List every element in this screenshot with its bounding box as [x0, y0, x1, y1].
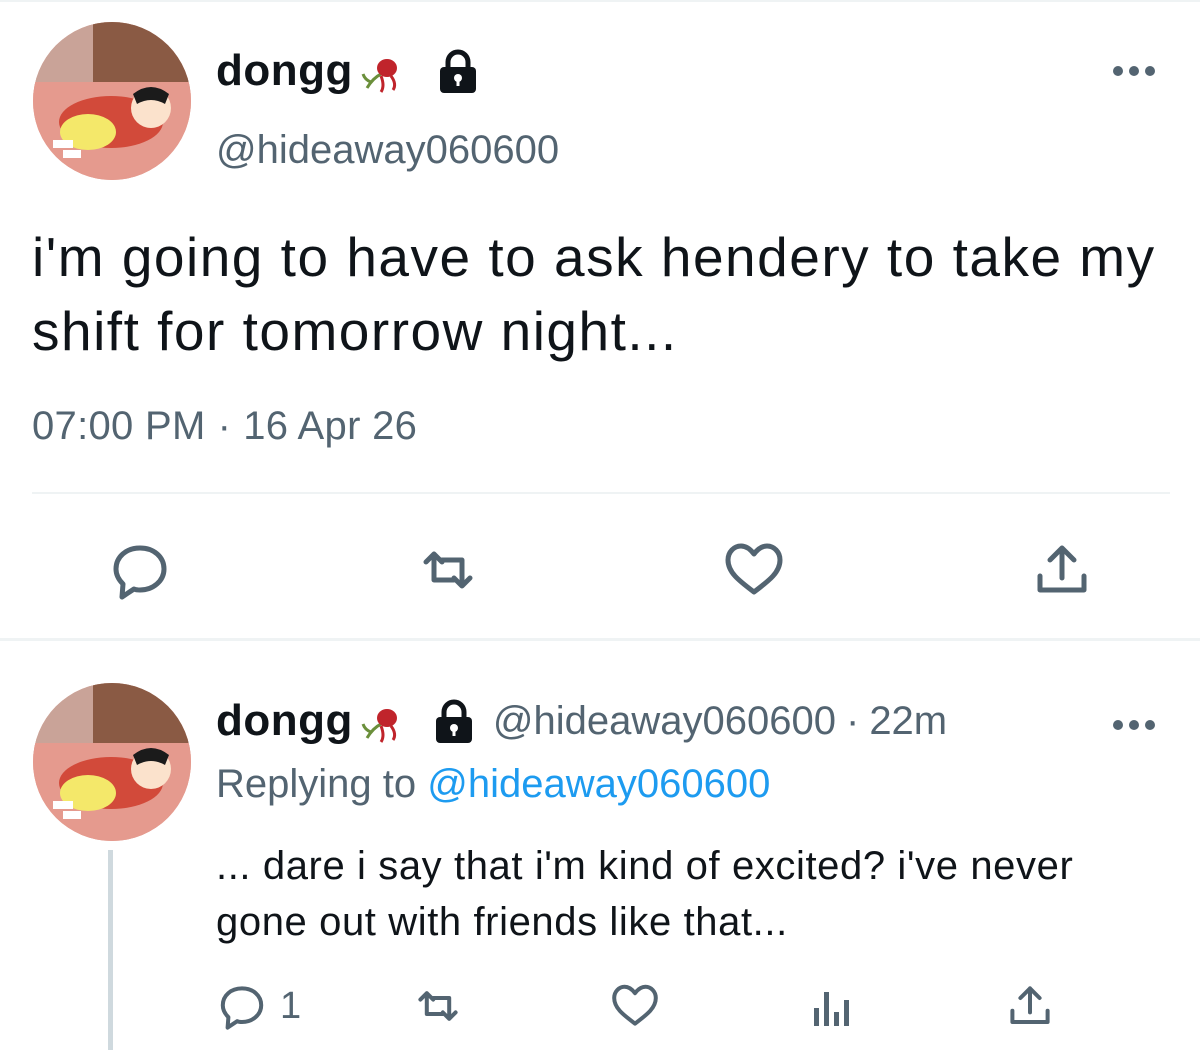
handle[interactable]: @hideaway060600 [493, 699, 836, 744]
replying-to: Replying to @hideaway060600 [216, 762, 770, 807]
avatar[interactable] [33, 22, 191, 180]
tweet-timestamp[interactable]: 07:00 PM · 16 Apr 26 [32, 404, 417, 449]
display-name-text[interactable]: dongg [216, 696, 353, 746]
avatar-cartoon [33, 683, 191, 841]
separator-dot: · [217, 404, 232, 448]
lock-icon [433, 46, 483, 96]
wilted-rose-icon [357, 46, 407, 96]
retweet-icon[interactable] [413, 982, 463, 1030]
thread-line [108, 850, 113, 1050]
more-icon[interactable] [1110, 56, 1158, 86]
wilted-rose-icon [357, 696, 407, 746]
heart-icon[interactable] [724, 540, 784, 600]
share-icon[interactable] [1006, 982, 1054, 1030]
lock-icon [429, 696, 479, 746]
top-divider [0, 0, 1200, 2]
analytics-icon[interactable] [810, 982, 856, 1030]
tweet-date: 16 Apr 26 [243, 404, 418, 448]
more-icon[interactable] [1110, 710, 1158, 740]
separator-dot: · [845, 698, 860, 743]
avatar[interactable] [33, 683, 191, 841]
tweet-time: 07:00 PM [32, 404, 206, 448]
share-icon[interactable] [1032, 540, 1092, 600]
retweet-icon[interactable] [418, 540, 478, 600]
tweet-text: ... dare i say that i'm kind of excited?… [216, 844, 1074, 944]
divider [32, 492, 1170, 494]
tweet-thread: dongg @hideaway060600 i'm going to have … [0, 0, 1200, 1050]
relative-time[interactable]: 22m [869, 699, 947, 744]
tweet-text: i'm going to have to ask hendery to take… [32, 226, 1156, 362]
reply-icon[interactable] [218, 982, 266, 1030]
reply-count: 1 [280, 985, 302, 1027]
handle[interactable]: @hideaway060600 [216, 128, 559, 173]
heart-icon[interactable] [610, 982, 660, 1030]
avatar-cartoon [33, 22, 191, 180]
replying-handle-link[interactable]: @hideaway060600 [427, 762, 770, 806]
reply-icon[interactable] [110, 540, 170, 600]
display-name-text[interactable]: dongg [216, 46, 353, 96]
display-name[interactable]: dongg [216, 46, 483, 96]
replying-prefix: Replying to [216, 762, 417, 806]
reply-header: dongg @hideaway060600 · 22m [216, 696, 947, 746]
display-name[interactable]: dongg [216, 696, 479, 746]
section-divider [0, 638, 1200, 641]
